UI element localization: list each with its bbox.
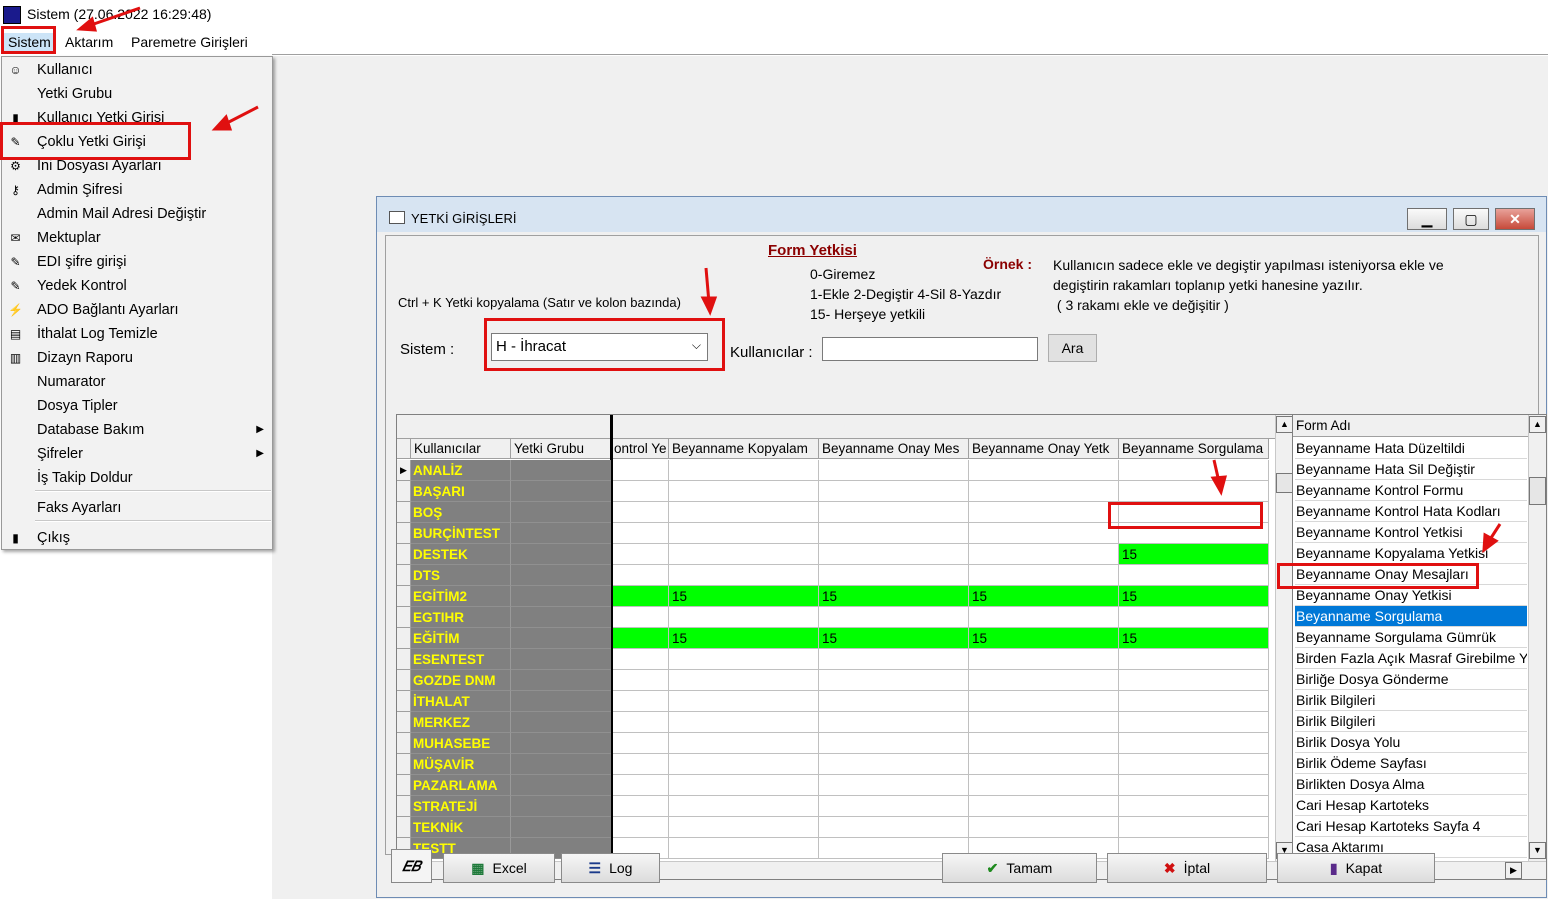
annotation-arrows: [76, 6, 1502, 554]
